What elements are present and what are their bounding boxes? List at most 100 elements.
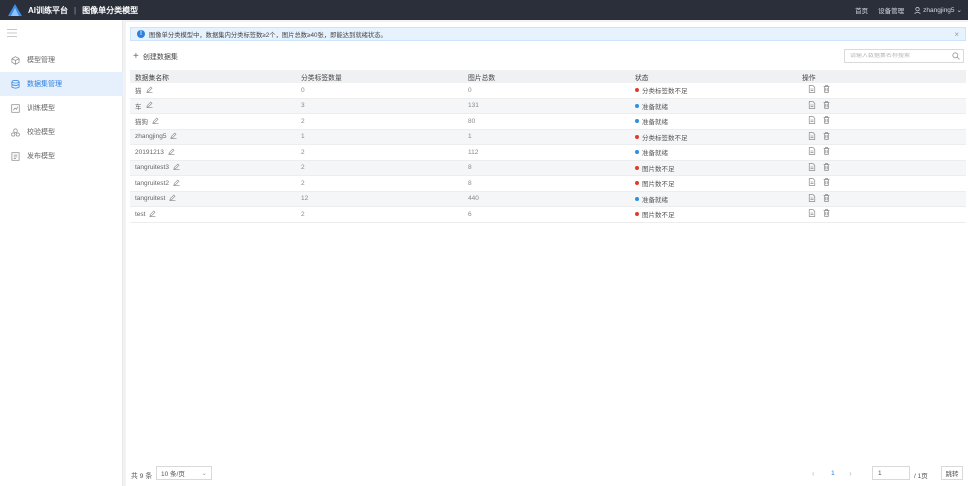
home-link[interactable]: 首页 bbox=[855, 5, 868, 15]
prev-page-icon[interactable]: ‹ bbox=[812, 469, 815, 478]
edit-pencil-icon[interactable] bbox=[149, 210, 156, 219]
status-cell: 准备就绪 bbox=[631, 116, 798, 126]
label-count-cell: 2 bbox=[301, 117, 305, 125]
dataset-name-cell: 车 bbox=[130, 101, 297, 111]
sidebar-item-publish-model[interactable]: 发布模型 bbox=[0, 144, 123, 168]
status-text: 分类标签数不足 bbox=[642, 88, 688, 96]
dataset-name: 猫 bbox=[135, 88, 142, 96]
sidebar-item-model-management[interactable]: 模型管理 bbox=[0, 48, 123, 72]
trash-icon[interactable] bbox=[823, 209, 830, 219]
document-icon[interactable] bbox=[808, 178, 816, 188]
sidebar-item-label: 训练模型 bbox=[27, 105, 55, 112]
dataset-name: 车 bbox=[135, 103, 142, 111]
menu-collapse-icon[interactable] bbox=[7, 29, 17, 37]
current-page[interactable]: 1 bbox=[831, 470, 835, 477]
image-count-cell: 6 bbox=[468, 210, 472, 218]
sidebar-item-train-model[interactable]: 训练模型 bbox=[0, 96, 123, 120]
edit-pencil-icon[interactable] bbox=[173, 179, 180, 188]
user-icon bbox=[914, 6, 921, 14]
document-icon[interactable] bbox=[808, 116, 816, 126]
page-size-select[interactable]: 10 条/页 ⌄ bbox=[156, 466, 212, 480]
sidebar-item-verify-model[interactable]: 校验模型 bbox=[0, 120, 123, 144]
verify-icon bbox=[11, 128, 20, 136]
actions-cell bbox=[798, 178, 966, 188]
status-text: 准备就绪 bbox=[642, 119, 668, 127]
sidebar: 模型管理 数据集管理 训练模型 校验模型 发布模型 bbox=[0, 20, 123, 486]
table-body: 猫 0 0 分类标签数不足车 3 131 准备就绪 猫狗 2 80 准备就绪 zhangjing5 1 1… bbox=[130, 83, 966, 223]
document-icon[interactable] bbox=[808, 194, 816, 204]
table-row: 20191213 2 112 准备就绪 bbox=[130, 145, 966, 161]
label-count-cell: 3 bbox=[301, 102, 305, 110]
dataset-name: tangruitest bbox=[135, 195, 166, 203]
trash-icon[interactable] bbox=[823, 132, 830, 142]
jump-button[interactable]: 跳转 bbox=[941, 466, 963, 480]
document-icon[interactable] bbox=[808, 147, 816, 157]
trash-icon[interactable] bbox=[823, 85, 830, 95]
image-count-cell: 0 bbox=[468, 86, 472, 94]
status-text: 准备就绪 bbox=[642, 150, 668, 158]
dataset-name-cell: 猫狗 bbox=[130, 116, 297, 126]
status-dot bbox=[635, 134, 639, 139]
status-cell: 分类标签数不足 bbox=[631, 132, 798, 142]
status-dot bbox=[635, 150, 639, 155]
trash-icon[interactable] bbox=[823, 116, 830, 126]
col-header-status: 状态 bbox=[635, 74, 649, 82]
document-icon[interactable] bbox=[808, 101, 816, 111]
edit-pencil-icon[interactable] bbox=[169, 194, 176, 203]
dataset-name-cell: test bbox=[130, 210, 297, 219]
trash-icon[interactable] bbox=[823, 147, 830, 157]
status-cell: 准备就绪 bbox=[631, 194, 798, 204]
status-text: 图片数不足 bbox=[642, 212, 675, 220]
document-icon[interactable] bbox=[808, 85, 816, 95]
trash-icon[interactable] bbox=[823, 178, 830, 188]
edit-pencil-icon[interactable] bbox=[173, 163, 180, 172]
edit-pencil-icon[interactable] bbox=[146, 86, 153, 95]
create-dataset-button[interactable]: + 创建数据集 bbox=[133, 52, 178, 62]
edit-pencil-icon[interactable] bbox=[170, 132, 177, 141]
status-text: 准备就绪 bbox=[642, 196, 668, 204]
status-text: 分类标签数不足 bbox=[642, 134, 688, 142]
trash-icon[interactable] bbox=[823, 101, 830, 111]
edit-pencil-icon[interactable] bbox=[152, 117, 159, 126]
col-header-actions: 操作 bbox=[802, 74, 816, 82]
status-dot bbox=[635, 212, 639, 217]
status-dot bbox=[635, 103, 639, 108]
label-count-cell: 2 bbox=[301, 164, 305, 172]
image-count-cell: 440 bbox=[468, 195, 479, 203]
next-page-icon[interactable]: › bbox=[849, 469, 852, 478]
info-icon: ! bbox=[137, 30, 145, 38]
sidebar-item-label: 校验模型 bbox=[27, 129, 55, 136]
cube-icon bbox=[11, 55, 20, 65]
document-icon[interactable] bbox=[808, 132, 816, 142]
status-dot bbox=[635, 165, 639, 170]
trash-icon[interactable] bbox=[823, 194, 830, 204]
table-row: 猫 0 0 分类标签数不足 bbox=[130, 83, 966, 99]
train-icon bbox=[11, 103, 20, 113]
search-input[interactable] bbox=[850, 53, 945, 59]
page-jump-input[interactable] bbox=[872, 466, 910, 480]
image-count-cell: 8 bbox=[468, 164, 472, 172]
sidebar-item-dataset-management[interactable]: 数据集管理 bbox=[0, 72, 123, 96]
search-icon[interactable] bbox=[952, 52, 960, 60]
col-header-name: 数据集名称 bbox=[135, 74, 169, 82]
status-cell: 分类标签数不足 bbox=[631, 85, 798, 95]
trash-icon[interactable] bbox=[823, 163, 830, 173]
actions-cell bbox=[798, 147, 966, 157]
document-icon[interactable] bbox=[808, 209, 816, 219]
status-dot bbox=[635, 196, 639, 201]
status-text: 准备就绪 bbox=[642, 103, 668, 111]
device-management-link[interactable]: 设备管理 bbox=[878, 5, 904, 15]
image-count-cell: 131 bbox=[468, 102, 479, 110]
dataset-name-cell: 20191213 bbox=[130, 148, 297, 157]
plus-icon: + bbox=[133, 51, 139, 62]
close-icon[interactable]: × bbox=[954, 30, 959, 39]
dataset-name-cell: tangruitest bbox=[130, 194, 297, 203]
label-count-cell: 0 bbox=[301, 86, 305, 94]
actions-cell bbox=[798, 101, 966, 111]
table-row: tangruitest3 2 8 图片数不足 bbox=[130, 160, 966, 176]
document-icon[interactable] bbox=[808, 163, 816, 173]
status-text: 图片数不足 bbox=[642, 165, 675, 173]
edit-pencil-icon[interactable] bbox=[168, 148, 175, 157]
user-menu[interactable]: zhangjing5 ⌄ bbox=[914, 6, 962, 14]
edit-pencil-icon[interactable] bbox=[146, 101, 153, 110]
